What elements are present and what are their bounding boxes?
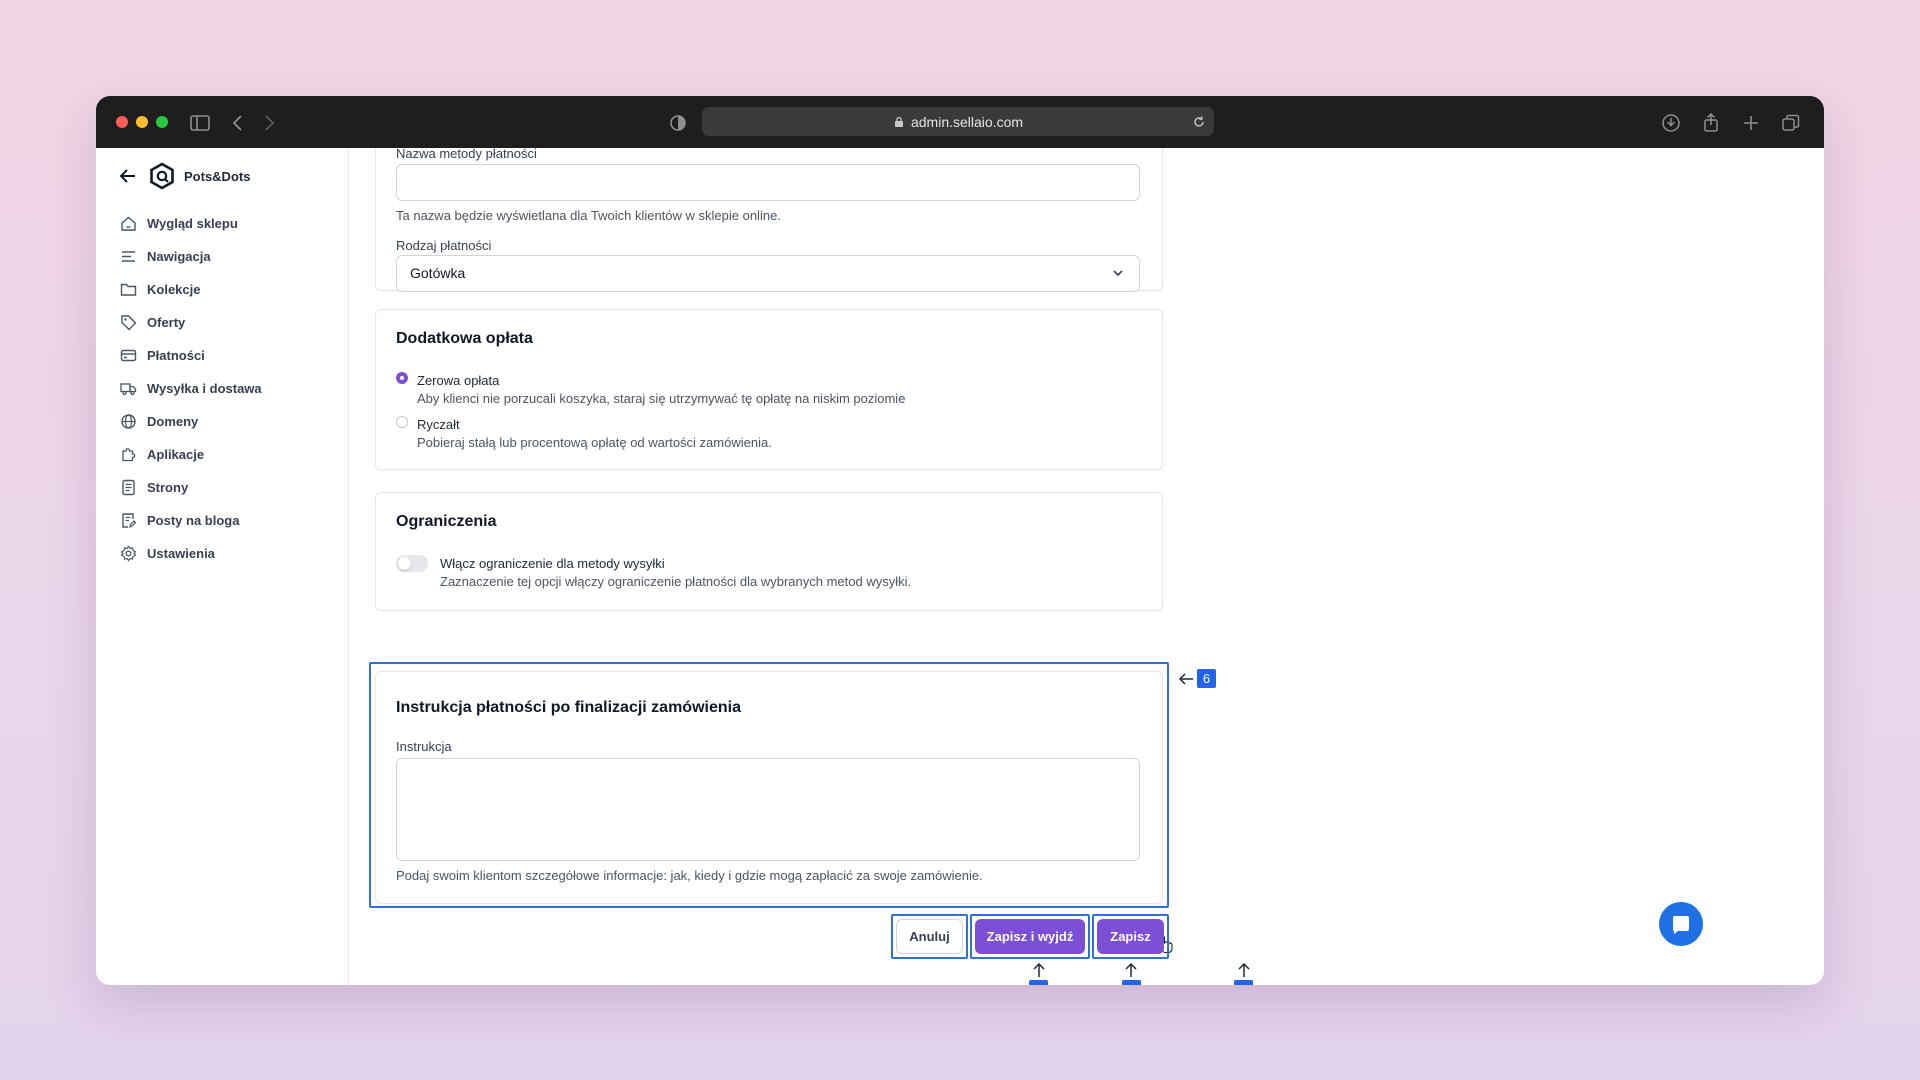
- arrow-left-icon: [1178, 673, 1193, 685]
- chat-bubble-icon: [1673, 916, 1689, 934]
- menu-lines-icon: [122, 251, 135, 262]
- minimize-window-button[interactable]: [136, 116, 148, 128]
- toggle-label: Włącz ograniczenie dla metody wysyłki: [440, 556, 665, 571]
- radio-flat-fee[interactable]: [396, 416, 408, 428]
- main-content: Nazwa metody płatności Ta nazwa będzie w…: [349, 148, 1824, 985]
- annotation-badge-7: 7: [1029, 980, 1048, 985]
- payment-name-label: Nazwa metody płatności: [396, 148, 537, 161]
- globe-icon: [121, 414, 136, 429]
- zero-fee-description: Aby klienci nie porzucali koszyka, stara…: [417, 391, 906, 406]
- maximize-window-button[interactable]: [156, 116, 168, 128]
- sidebar-item-domeny[interactable]: Domeny: [120, 405, 330, 438]
- credit-card-icon: [120, 349, 137, 362]
- tag-icon: [121, 315, 137, 331]
- zero-fee-label: Zerowa opłata: [417, 373, 500, 388]
- sidebar-item-label: Płatności: [147, 348, 205, 363]
- payment-method-card: Nazwa metody płatności Ta nazwa będzie w…: [375, 148, 1163, 292]
- sidebar-item-nawigacja[interactable]: Nawigacja: [120, 240, 330, 273]
- new-tab-icon[interactable]: [1740, 112, 1762, 134]
- sidebar-item-label: Posty na bloga: [147, 513, 240, 528]
- tab-overview-icon[interactable]: [1780, 112, 1802, 134]
- truck-icon: [120, 383, 137, 396]
- sidebar-nav: Wygląd sklepu Nawigacja Kolekcje Oferty …: [120, 207, 330, 570]
- payment-type-value: Gotówka: [410, 265, 466, 281]
- browser-window: admin.sellaio.com Pots&Dots Wygląd sklep…: [96, 96, 1824, 985]
- sidebar-item-label: Strony: [147, 480, 189, 495]
- sidebar-item-label: Ustawienia: [147, 546, 215, 561]
- save-and-exit-button[interactable]: Zapisz i wyjdź: [975, 919, 1085, 954]
- sidebar-item-posty-na-bloga[interactable]: Posty na bloga: [120, 504, 330, 537]
- restrictions-title: Ograniczenia: [396, 513, 497, 530]
- extra-fee-card: Dodatkowa opłata Zerowa opłata Aby klien…: [375, 309, 1163, 470]
- sidebar-item-strony[interactable]: Strony: [120, 471, 330, 504]
- instructions-highlight: [369, 662, 1169, 908]
- cancel-button[interactable]: Anuluj: [896, 919, 963, 954]
- sidebar-item-wyglad-sklepu[interactable]: Wygląd sklepu: [120, 207, 330, 240]
- admin-sidebar: Pots&Dots Wygląd sklepu Nawigacja Kolekc…: [96, 148, 349, 985]
- sidebar-item-label: Nawigacja: [147, 249, 211, 264]
- share-icon[interactable]: [1700, 112, 1722, 134]
- home-icon: [121, 216, 136, 231]
- chat-widget-button[interactable]: [1659, 902, 1703, 946]
- sidebar-item-aplikacje[interactable]: Aplikacje: [120, 438, 330, 471]
- shipping-restriction-toggle[interactable]: [396, 555, 428, 572]
- lock-icon: [894, 116, 903, 127]
- sidebar-item-kolekcje[interactable]: Kolekcje: [120, 273, 330, 306]
- store-name: Pots&Dots: [184, 168, 251, 184]
- reload-icon[interactable]: [1192, 115, 1206, 129]
- downloads-icon[interactable]: [1660, 112, 1682, 134]
- sidebar-item-platnosci[interactable]: Płatności: [120, 339, 330, 372]
- payment-type-select[interactable]: Gotówka: [396, 255, 1140, 292]
- sidebar-toggle-icon[interactable]: [189, 112, 211, 134]
- store-logo-icon: [150, 162, 174, 190]
- sidebar-item-ustawienia[interactable]: Ustawienia: [120, 537, 330, 570]
- payment-type-label: Rodzaj płatności: [396, 238, 492, 253]
- puzzle-icon: [122, 448, 136, 462]
- arrow-up-icon: [1125, 962, 1137, 977]
- sidebar-item-label: Wysyłka i dostawa: [147, 381, 262, 396]
- annotation-badge-9: 9: [1234, 980, 1253, 985]
- flat-fee-label: Ryczałt: [417, 417, 460, 432]
- sidebar-item-label: Kolekcje: [147, 282, 201, 297]
- restrictions-card: Ograniczenia Włącz ograniczenie dla meto…: [375, 492, 1163, 611]
- sidebar-item-oferty[interactable]: Oferty: [120, 306, 330, 339]
- extra-fee-title: Dodatkowa opłata: [396, 330, 533, 347]
- document-icon: [122, 479, 135, 496]
- blog-post-icon: [122, 513, 137, 529]
- arrow-up-icon: [1033, 962, 1045, 977]
- gear-icon: [120, 545, 137, 562]
- chevron-down-icon: [1113, 270, 1123, 277]
- arrow-up-icon: [1238, 962, 1250, 977]
- annotation-badge-8: 8: [1122, 980, 1141, 985]
- url-text: admin.sellaio.com: [910, 113, 1024, 130]
- toggle-description: Zaznaczenie tej opcji włączy ograniczeni…: [440, 574, 912, 589]
- back-arrow-icon[interactable]: [227, 112, 249, 134]
- sidebar-item-wysylka[interactable]: Wysyłka i dostawa: [120, 372, 330, 405]
- sidebar-item-label: Domeny: [147, 414, 199, 429]
- browser-toolbar: admin.sellaio.com: [96, 96, 1824, 148]
- folder-icon: [120, 283, 137, 296]
- address-bar[interactable]: admin.sellaio.com: [702, 107, 1214, 136]
- store-switcher[interactable]: Pots&Dots: [118, 162, 250, 190]
- sidebar-item-label: Aplikacje: [147, 447, 205, 462]
- close-window-button[interactable]: [116, 116, 128, 128]
- sidebar-item-label: Wygląd sklepu: [147, 216, 238, 231]
- payment-name-help: Ta nazwa będzie wyświetlana dla Twoich k…: [396, 208, 781, 223]
- flat-fee-description: Pobieraj stałą lub procentową opłatę od …: [417, 435, 772, 450]
- sidebar-item-label: Oferty: [147, 315, 186, 330]
- forward-arrow-icon[interactable]: [258, 112, 280, 134]
- back-arrow-icon[interactable]: [118, 166, 138, 186]
- radio-zero-fee[interactable]: [396, 372, 408, 384]
- annotation-badge-6: 6: [1197, 669, 1216, 688]
- payment-name-input[interactable]: [396, 164, 1140, 201]
- privacy-shield-icon[interactable]: [667, 112, 689, 134]
- save-button[interactable]: Zapisz: [1097, 919, 1164, 954]
